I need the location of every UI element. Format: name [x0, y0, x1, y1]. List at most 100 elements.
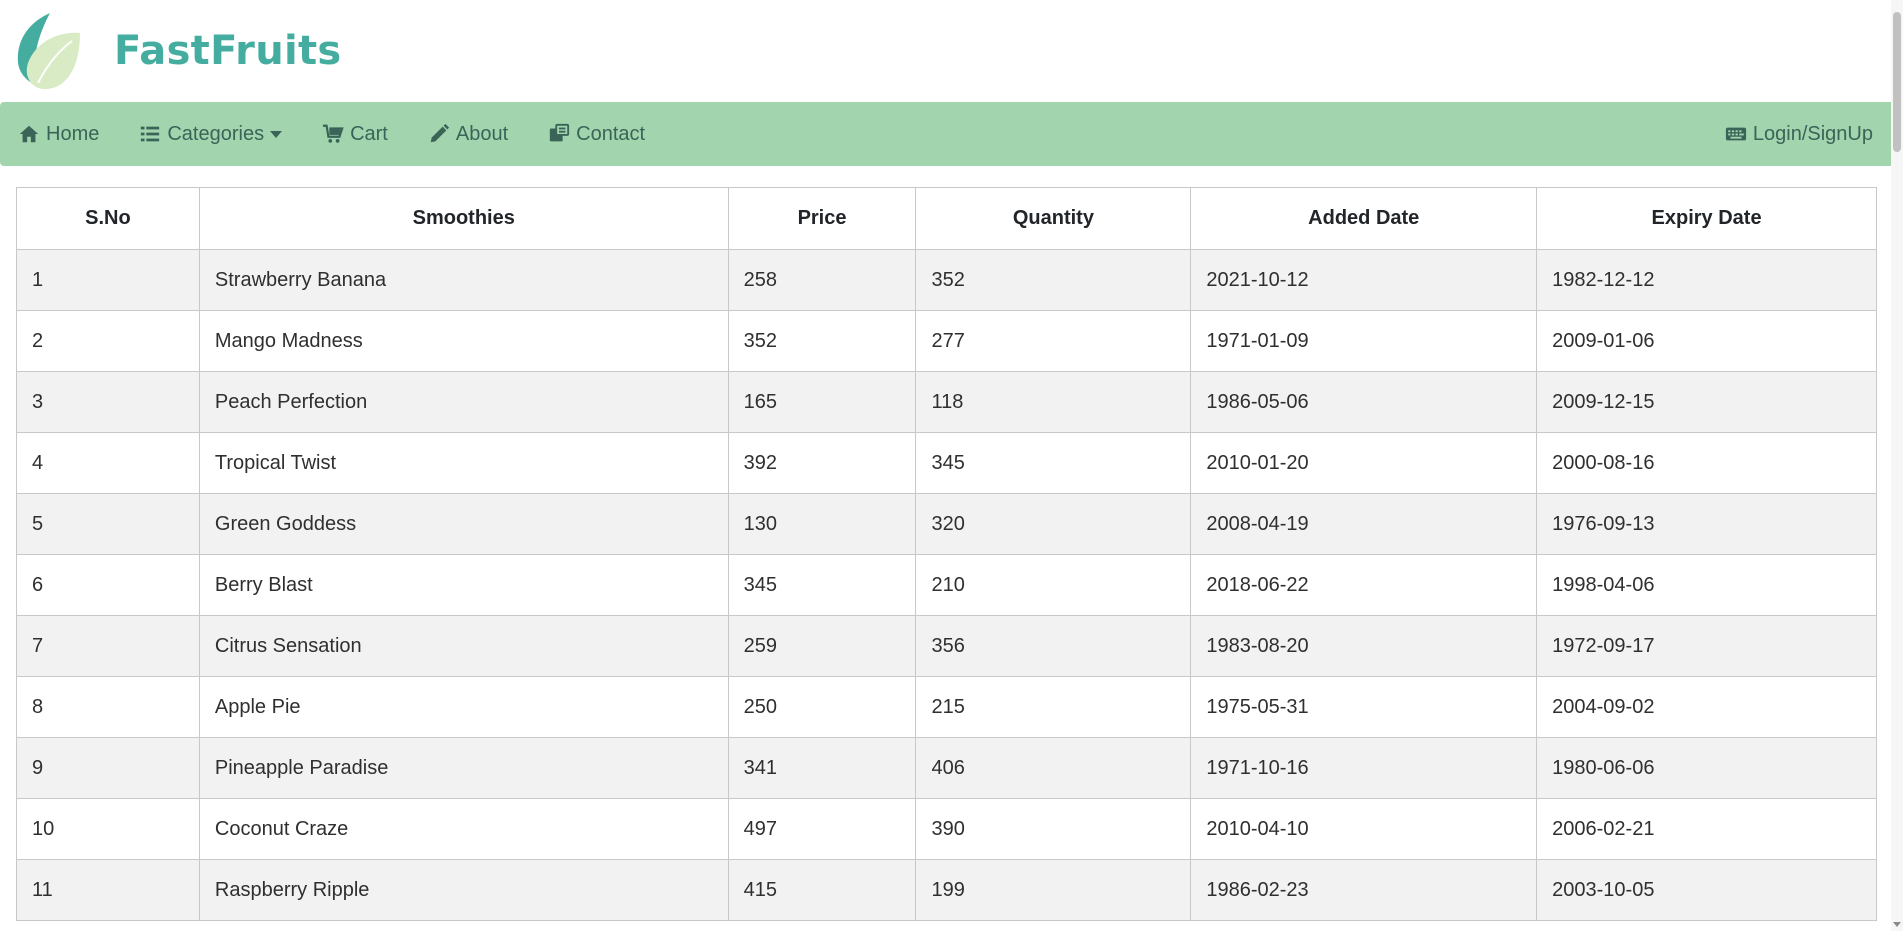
cell-quantity: 345	[915, 432, 1192, 494]
cart-icon	[322, 123, 344, 145]
table-row: 9 Pineapple Paradise 341 406 1971-10-16 1980-…	[16, 737, 1877, 799]
list-icon	[139, 123, 161, 145]
cell-added-date: 2010-01-20	[1190, 432, 1538, 494]
table-row: 4 Tropical Twist 392 345 2010-01-20 2000-08-1…	[16, 432, 1877, 494]
scroll-down-arrow-icon[interactable]	[1893, 922, 1901, 927]
cell-expiry-date: 2009-01-06	[1536, 310, 1877, 372]
cell-added-date: 2010-04-10	[1190, 798, 1538, 860]
header-sno: S.No	[16, 187, 200, 250]
cell-quantity: 215	[915, 676, 1192, 738]
cell-expiry-date: 2006-02-21	[1536, 798, 1877, 860]
cell-smoothie: Pineapple Paradise	[198, 737, 729, 799]
header-quantity: Quantity	[915, 187, 1192, 250]
nav-login-label: Login/SignUp	[1752, 122, 1873, 145]
cell-smoothie: Raspberry Ripple	[198, 859, 729, 921]
cell-sno: 5	[16, 493, 200, 555]
cell-sno: 7	[16, 615, 200, 677]
table-header-row: S.No Smoothies Price Quantity Added Date…	[16, 187, 1877, 250]
pencil-icon	[428, 123, 450, 145]
page-scrollbar[interactable]	[1891, 0, 1903, 931]
logo[interactable]: FastFruits	[10, 11, 342, 91]
nav-home-label: Home	[46, 122, 100, 145]
cell-price: 352	[727, 310, 917, 372]
cell-quantity: 356	[915, 615, 1192, 677]
cell-smoothie: Peach Perfection	[198, 371, 729, 433]
table-row: 3 Peach Perfection 165 118 1986-05-06 2009-12…	[16, 371, 1877, 433]
table-row: 2 Mango Madness 352 277 1971-01-09 2009-01-06	[16, 310, 1877, 372]
table-row: 10 Coconut Craze 497 390 2010-04-10 2006-02-2…	[16, 798, 1877, 860]
nav-about-label: About	[455, 122, 509, 145]
cell-sno: 3	[16, 371, 200, 433]
cell-added-date: 1983-08-20	[1190, 615, 1538, 677]
header-expiry-date: Expiry Date	[1536, 187, 1877, 250]
cell-quantity: 406	[915, 737, 1192, 799]
cell-added-date: 1971-01-09	[1190, 310, 1538, 372]
table-row: 8 Apple Pie 250 215 1975-05-31 2004-09-02	[16, 676, 1877, 738]
scrollbar-thumb[interactable]	[1893, 12, 1901, 152]
nav-categories-label: Categories	[167, 122, 265, 145]
nav-contact-label: Contact	[576, 122, 646, 145]
nav-home[interactable]: Home	[18, 123, 99, 146]
cell-added-date: 2008-04-19	[1190, 493, 1538, 555]
cell-expiry-date: 1980-06-06	[1536, 737, 1877, 799]
cell-quantity: 352	[915, 249, 1192, 311]
nav-categories[interactable]: Categories	[139, 122, 283, 146]
nav-about[interactable]: About	[428, 123, 508, 146]
cell-added-date: 2018-06-22	[1190, 554, 1538, 616]
cell-sno: 10	[16, 798, 200, 860]
cell-quantity: 277	[915, 310, 1192, 372]
cell-expiry-date: 1972-09-17	[1536, 615, 1877, 677]
table-body: 1 Strawberry Banana 258 352 2021-10-12 1982-1…	[16, 249, 1877, 921]
cell-expiry-date: 2000-08-16	[1536, 432, 1877, 494]
cell-price: 258	[727, 249, 917, 311]
cell-sno: 2	[16, 310, 200, 372]
header: FastFruits	[0, 0, 1903, 102]
cell-added-date: 1971-10-16	[1190, 737, 1538, 799]
header-smoothies: Smoothies	[198, 187, 729, 250]
cell-expiry-date: 1982-12-12	[1536, 249, 1877, 311]
cell-sno: 6	[16, 554, 200, 616]
cell-price: 130	[727, 493, 917, 555]
cell-quantity: 390	[915, 798, 1192, 860]
brand-name[interactable]: FastFruits	[114, 28, 342, 74]
cell-smoothie: Citrus Sensation	[198, 615, 729, 677]
nav-contact[interactable]: Contact	[548, 123, 645, 146]
cell-price: 345	[727, 554, 917, 616]
smoothies-table: S.No Smoothies Price Quantity Added Date…	[16, 187, 1877, 921]
table-row: 6 Berry Blast 345 210 2018-06-22 1998-04-06	[16, 554, 1877, 616]
nav-cart[interactable]: Cart	[322, 123, 388, 146]
cell-expiry-date: 2003-10-05	[1536, 859, 1877, 921]
nav-login[interactable]: Login/SignUp	[1725, 123, 1873, 146]
cell-sno: 1	[16, 249, 200, 311]
cell-expiry-date: 1976-09-13	[1536, 493, 1877, 555]
contact-icon	[548, 123, 570, 145]
cell-smoothie: Green Goddess	[198, 493, 729, 555]
table-row: 1 Strawberry Banana 258 352 2021-10-12 1982-1…	[16, 249, 1877, 311]
cell-price: 497	[727, 798, 917, 860]
cell-smoothie: Coconut Craze	[198, 798, 729, 860]
header-price: Price	[727, 187, 917, 250]
cell-sno: 8	[16, 676, 200, 738]
cell-sno: 9	[16, 737, 200, 799]
smoothies-table-container: S.No Smoothies Price Quantity Added Date…	[16, 187, 1877, 921]
leaf-logo-icon	[17, 13, 80, 90]
main-navbar: Home Categories Cart About Contact Login…	[0, 102, 1895, 166]
cell-price: 415	[727, 859, 917, 921]
cell-added-date: 2021-10-12	[1190, 249, 1538, 311]
cell-added-date: 1986-02-23	[1190, 859, 1538, 921]
cell-quantity: 118	[915, 371, 1192, 433]
cell-sno: 4	[16, 432, 200, 494]
caret-down-icon	[270, 130, 283, 138]
nav-cart-label: Cart	[350, 122, 388, 145]
cell-quantity: 199	[915, 859, 1192, 921]
cell-added-date: 1986-05-06	[1190, 371, 1538, 433]
cell-smoothie: Apple Pie	[198, 676, 729, 738]
cell-sno: 11	[16, 859, 200, 921]
home-icon	[18, 123, 40, 145]
table-row: 7 Citrus Sensation 259 356 1983-08-20 1972-09…	[16, 615, 1877, 677]
cell-price: 392	[727, 432, 917, 494]
cell-smoothie: Tropical Twist	[198, 432, 729, 494]
cell-price: 341	[727, 737, 917, 799]
cell-smoothie: Strawberry Banana	[198, 249, 729, 311]
cell-added-date: 1975-05-31	[1190, 676, 1538, 738]
